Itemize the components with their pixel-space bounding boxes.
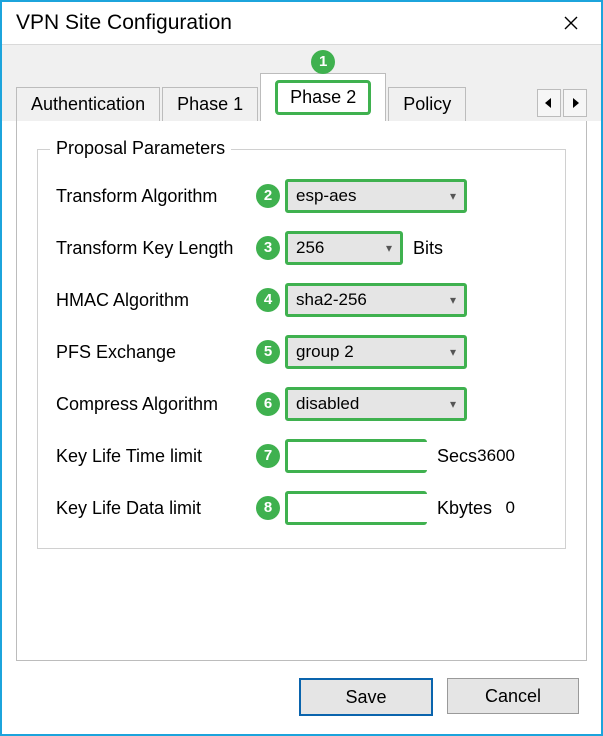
select-transform-algorithm[interactable]: esp-aes ▾ bbox=[288, 182, 464, 210]
input-key-life-time[interactable] bbox=[288, 442, 521, 470]
triangle-right-icon bbox=[571, 98, 579, 108]
chevron-down-icon: ▾ bbox=[450, 397, 456, 411]
button-label: Save bbox=[345, 687, 386, 708]
input-key-life-time-wrap bbox=[285, 439, 427, 473]
tab-label: Phase 2 bbox=[275, 80, 371, 115]
label-hmac-algorithm: HMAC Algorithm bbox=[56, 290, 251, 311]
annotation-badge-2: 2 bbox=[256, 184, 280, 208]
select-transform-algorithm-wrap: esp-aes ▾ bbox=[285, 179, 467, 213]
annotation-badge-7: 7 bbox=[256, 444, 280, 468]
input-key-life-data-wrap bbox=[285, 491, 427, 525]
proposal-parameters-group: Proposal Parameters Transform Algorithm … bbox=[37, 149, 566, 549]
chevron-down-icon: ▾ bbox=[450, 345, 456, 359]
select-value: 256 bbox=[296, 238, 324, 258]
close-button[interactable] bbox=[551, 3, 591, 43]
select-transform-key-length-wrap: 256 ▾ bbox=[285, 231, 403, 265]
chevron-down-icon: ▾ bbox=[386, 241, 392, 255]
annotation-badge-6: 6 bbox=[256, 392, 280, 416]
tab-scroll-controls bbox=[537, 89, 587, 117]
tab-strip: Authentication Phase 1 1 Phase 2 Policy bbox=[2, 45, 601, 121]
select-value: sha2-256 bbox=[296, 290, 367, 310]
select-hmac-algorithm-wrap: sha2-256 ▾ bbox=[285, 283, 467, 317]
select-pfs-exchange-wrap: group 2 ▾ bbox=[285, 335, 467, 369]
select-compress-algorithm-wrap: disabled ▾ bbox=[285, 387, 467, 421]
triangle-left-icon bbox=[545, 98, 553, 108]
row-compress-algorithm: Compress Algorithm 6 disabled ▾ bbox=[56, 388, 547, 420]
tab-scroll-right[interactable] bbox=[563, 89, 587, 117]
dialog-footer: Save Cancel bbox=[299, 678, 579, 716]
label-key-life-data: Key Life Data limit bbox=[56, 498, 251, 519]
annotation-badge-4: 4 bbox=[256, 288, 280, 312]
tab-phase1[interactable]: Phase 1 bbox=[162, 87, 258, 121]
annotation-badge-3: 3 bbox=[256, 236, 280, 260]
select-hmac-algorithm[interactable]: sha2-256 ▾ bbox=[288, 286, 464, 314]
cancel-button[interactable]: Cancel bbox=[447, 678, 579, 714]
window-title: VPN Site Configuration bbox=[16, 11, 551, 35]
select-value: group 2 bbox=[296, 342, 354, 362]
row-hmac-algorithm: HMAC Algorithm 4 sha2-256 ▾ bbox=[56, 284, 547, 316]
select-pfs-exchange[interactable]: group 2 ▾ bbox=[288, 338, 464, 366]
annotation-badge-5: 5 bbox=[256, 340, 280, 364]
tab-label: Policy bbox=[403, 94, 451, 114]
label-key-life-time: Key Life Time limit bbox=[56, 446, 251, 467]
label-transform-algorithm: Transform Algorithm bbox=[56, 186, 251, 207]
annotation-badge-8: 8 bbox=[256, 496, 280, 520]
close-icon bbox=[564, 16, 578, 30]
tab-scroll-left[interactable] bbox=[537, 89, 561, 117]
select-value: esp-aes bbox=[296, 186, 356, 206]
select-transform-key-length[interactable]: 256 ▾ bbox=[288, 234, 400, 262]
unit-bits: Bits bbox=[413, 238, 443, 259]
tab-authentication[interactable]: Authentication bbox=[16, 87, 160, 121]
vpn-site-config-window: VPN Site Configuration Authentication Ph… bbox=[0, 0, 603, 736]
titlebar: VPN Site Configuration bbox=[2, 2, 601, 45]
row-key-life-data: Key Life Data limit 8 Kbytes bbox=[56, 492, 547, 524]
annotation-badge-1: 1 bbox=[311, 50, 335, 74]
row-key-life-time: Key Life Time limit 7 Secs bbox=[56, 440, 547, 472]
tab-phase2[interactable]: 1 Phase 2 bbox=[260, 73, 386, 121]
tab-label: Authentication bbox=[31, 94, 145, 114]
select-compress-algorithm[interactable]: disabled ▾ bbox=[288, 390, 464, 418]
tab-panel-phase2: Proposal Parameters Transform Algorithm … bbox=[16, 121, 587, 661]
chevron-down-icon: ▾ bbox=[450, 293, 456, 307]
chevron-down-icon: ▾ bbox=[450, 189, 456, 203]
tab-policy[interactable]: Policy bbox=[388, 87, 466, 121]
row-transform-algorithm: Transform Algorithm 2 esp-aes ▾ bbox=[56, 180, 547, 212]
save-button[interactable]: Save bbox=[299, 678, 433, 716]
row-pfs-exchange: PFS Exchange 5 group 2 ▾ bbox=[56, 336, 547, 368]
label-pfs-exchange: PFS Exchange bbox=[56, 342, 251, 363]
tab-label: Phase 1 bbox=[177, 94, 243, 114]
row-transform-key-length: Transform Key Length 3 256 ▾ Bits bbox=[56, 232, 547, 264]
unit-secs: Secs bbox=[437, 446, 477, 467]
button-label: Cancel bbox=[485, 686, 541, 707]
select-value: disabled bbox=[296, 394, 359, 414]
unit-kbytes: Kbytes bbox=[437, 498, 492, 519]
label-compress-algorithm: Compress Algorithm bbox=[56, 394, 251, 415]
groupbox-legend: Proposal Parameters bbox=[50, 138, 231, 159]
label-transform-key-length: Transform Key Length bbox=[56, 238, 251, 259]
